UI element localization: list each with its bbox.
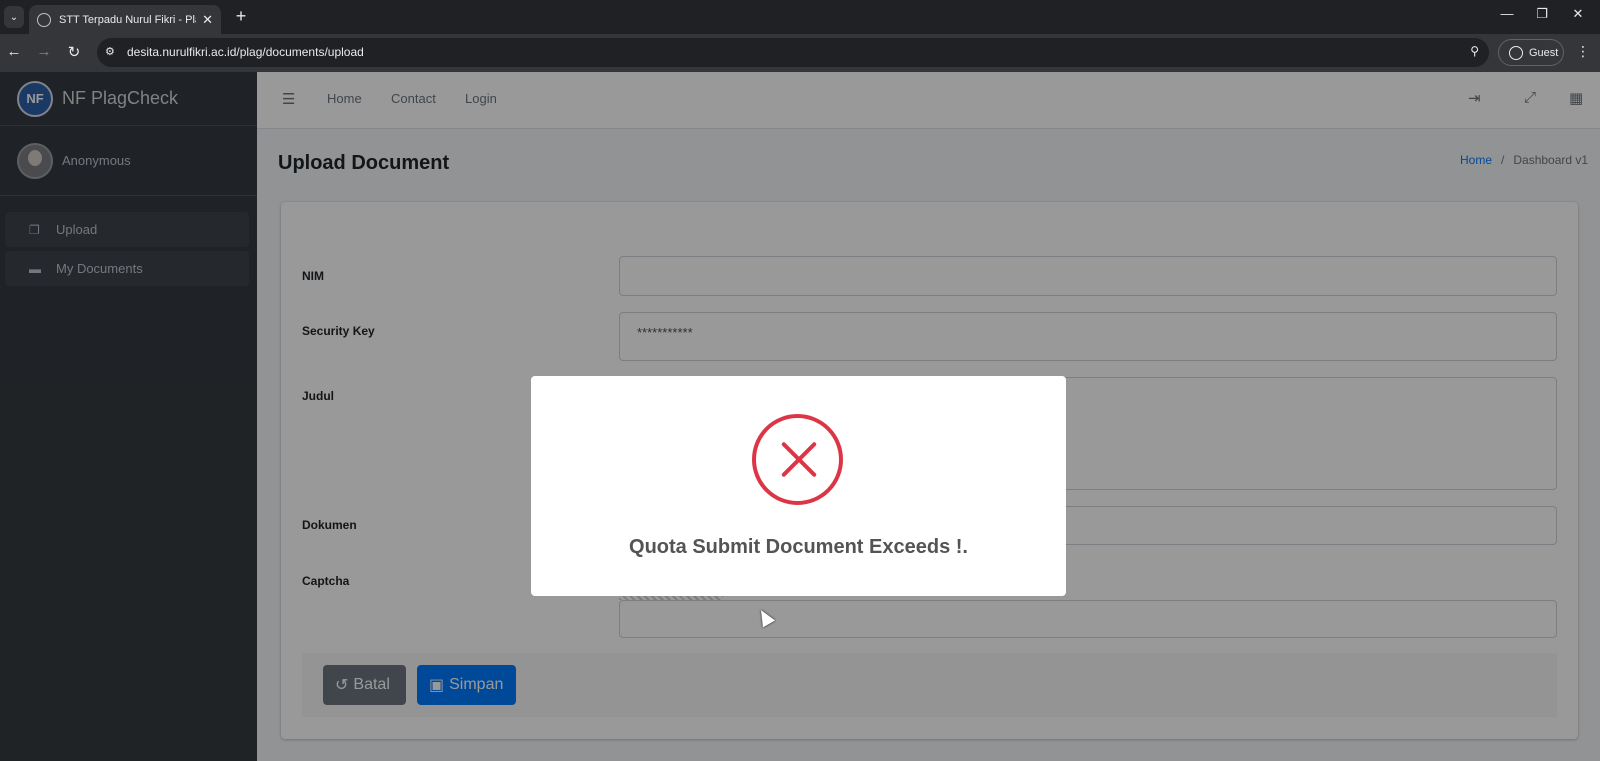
forward-button[interactable]: → (34, 43, 54, 60)
tab-list-button[interactable]: ⌄ (4, 6, 24, 28)
error-dialog: Quota Submit Document Exceeds !. (531, 376, 1066, 596)
zoom-icon[interactable]: ⚲ (1470, 44, 1479, 58)
reload-button[interactable]: ↻ (64, 43, 84, 61)
new-tab-button[interactable]: + (230, 5, 252, 27)
back-button[interactable]: ← (4, 43, 24, 60)
profile-button[interactable]: Guest (1498, 39, 1564, 66)
tab-title: STT Terpadu Nurul Fikri - Plagia (59, 13, 196, 26)
browser-toolbar: ← → ↻ ⚙ desita.nurulfikri.ac.id/plag/doc… (0, 34, 1600, 72)
browser-menu-icon[interactable]: ⋮ (1576, 43, 1590, 60)
url-text: desita.nurulfikri.ac.id/plag/documents/u… (127, 45, 364, 59)
error-icon (752, 414, 843, 505)
browser-tabbar: ⌄ STT Terpadu Nurul Fikri - Plagia ✕ + —… (0, 0, 1600, 34)
window-close-button[interactable]: ✕ (1566, 6, 1590, 22)
restore-button[interactable]: ❐ (1530, 6, 1554, 22)
tab-close-icon[interactable]: ✕ (202, 12, 213, 28)
globe-icon (37, 12, 51, 27)
minimize-button[interactable]: — (1495, 6, 1519, 21)
profile-label: Guest (1529, 46, 1559, 59)
error-message: Quota Submit Document Exceeds !. (629, 536, 968, 558)
page: NF NF PlagCheck Anonymous ❐ Upload ▬ My … (0, 72, 1600, 761)
site-settings-icon[interactable]: ⚙ (105, 45, 119, 59)
profile-icon (1509, 45, 1523, 60)
address-bar[interactable]: ⚙ desita.nurulfikri.ac.id/plag/documents… (97, 38, 1489, 67)
browser-tab[interactable]: STT Terpadu Nurul Fikri - Plagia ✕ (29, 5, 221, 34)
